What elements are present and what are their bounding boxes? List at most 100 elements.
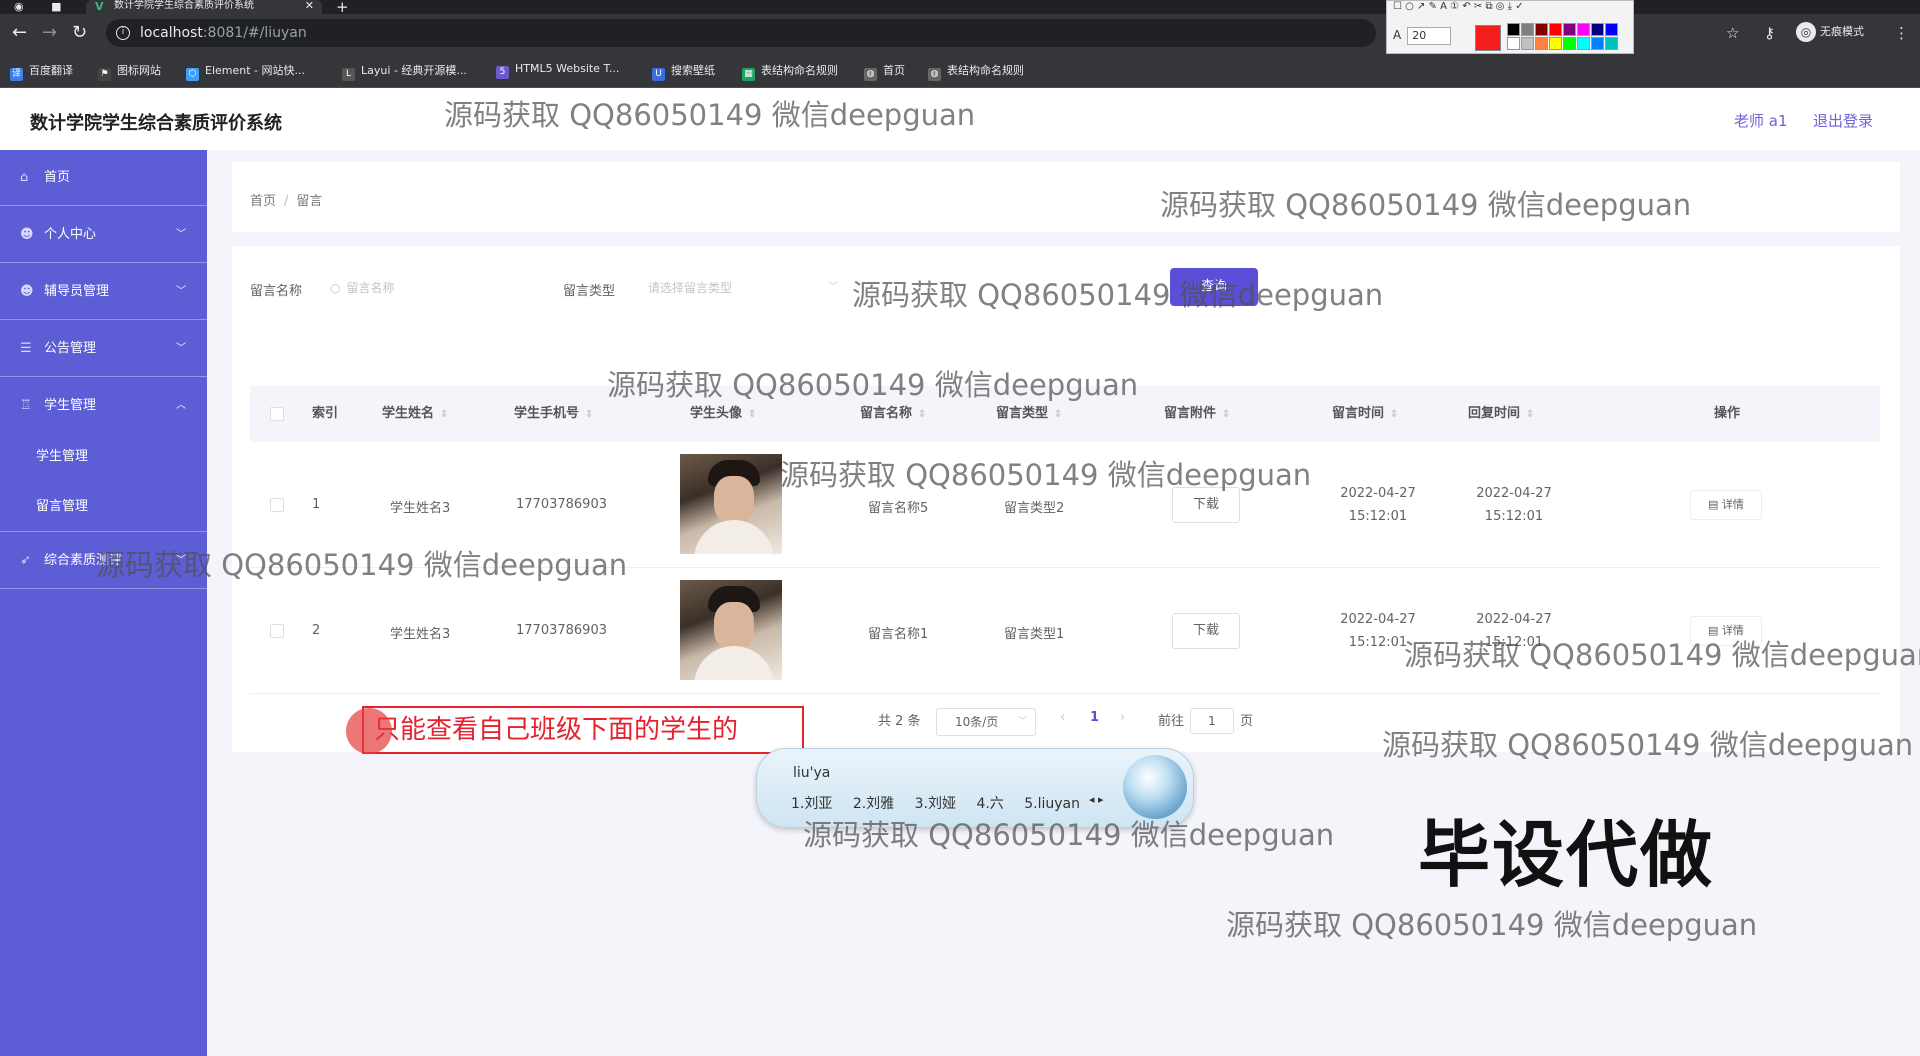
breadcrumb-home[interactable]: 首页 — [250, 194, 276, 209]
bookmarks-bar: 译百度翻译 ⚑ 图标网站 ⬡ Element - 网站快... L Layui - 经… — [0, 52, 1920, 88]
col-attachment[interactable]: 留言附件 ⇕ — [1164, 386, 1230, 442]
table-header: 索引 学生姓名 ⇕ 学生手机号 ⇕ 学生头像 ⇕ 留言名称 ⇕ 留言类型 ⇕ 留言附件 ⇕ … — [250, 386, 1880, 442]
sidebar-item-notices[interactable]: ☰ 公告管理 ﹀ — [0, 321, 207, 377]
bookmark-item[interactable]: 译百度翻译 — [10, 62, 73, 81]
col-student-phone[interactable]: 学生手机号 ⇕ — [514, 386, 593, 442]
row-checkbox[interactable] — [270, 624, 284, 638]
detail-button[interactable]: ▤ 详情 — [1690, 616, 1762, 646]
color-swatch[interactable] — [1605, 37, 1618, 50]
row-checkbox[interactable] — [270, 498, 284, 512]
sidebar-item-home[interactable]: ⌂ 首页 — [0, 150, 207, 206]
sort-icon[interactable]: ⇕ — [1526, 409, 1534, 420]
ime-candidate[interactable]: 1.刘亚 — [791, 796, 832, 812]
logout-link[interactable]: 退出登录 — [1813, 110, 1873, 131]
sort-icon[interactable]: ⇕ — [440, 409, 448, 420]
ime-logo-icon — [1123, 755, 1187, 819]
key-icon[interactable]: ⚷ — [1764, 24, 1775, 42]
download-button[interactable]: 下载 — [1172, 487, 1240, 523]
color-swatch[interactable] — [1521, 37, 1534, 50]
ime-candidate[interactable]: 4.六 — [976, 796, 1003, 812]
site-info-icon[interactable]: i — [116, 26, 130, 40]
sort-icon[interactable]: ⇕ — [585, 409, 593, 420]
sidebar-subitem-message-manage[interactable]: 留言管理 — [0, 482, 207, 532]
page-size-select[interactable]: 10条/页 ﹀ — [936, 708, 1036, 736]
color-swatch[interactable] — [1591, 23, 1604, 36]
color-swatch[interactable] — [1535, 23, 1548, 36]
ime-candidate[interactable]: 5.liuyan — [1024, 796, 1080, 812]
sidebar-item-counselors[interactable]: ☻ 辅导员管理 ﹀ — [0, 264, 207, 320]
col-message-title[interactable]: 留言名称 ⇕ — [860, 386, 926, 442]
app-title: 数计学院学生综合素质评价系统 — [30, 113, 282, 134]
student-avatar-image — [680, 580, 782, 680]
col-message-time[interactable]: 留言时间 ⇕ — [1332, 386, 1398, 442]
bookmark-item[interactable]: 5 HTML5 Website T... — [496, 62, 619, 79]
sort-icon[interactable]: ⇕ — [1054, 409, 1062, 420]
filter-type-select[interactable]: 请选择留言类型 ﹀ — [648, 272, 838, 304]
col-reply-time[interactable]: 回复时间 ⇕ — [1468, 386, 1534, 442]
browser-tab-active[interactable]: V 数计学院学生综合素质评价系统 ✕ — [86, 0, 322, 14]
col-student-avatar[interactable]: 学生头像 ⇕ — [690, 386, 756, 442]
bookmark-star-icon[interactable]: ☆ — [1726, 24, 1739, 42]
color-swatch[interactable] — [1507, 37, 1520, 50]
color-swatch[interactable] — [1521, 23, 1534, 36]
bookmark-item[interactable]: ◍ 首页 — [864, 62, 905, 81]
current-color-swatch[interactable] — [1475, 25, 1501, 51]
chevron-down-icon: ﹀ — [176, 343, 186, 354]
layui-icon: L — [342, 68, 355, 81]
ime-candidate[interactable]: 3.刘娅 — [915, 796, 956, 812]
color-swatch[interactable] — [1577, 23, 1590, 36]
goto-page-input[interactable]: 1 — [1190, 708, 1234, 734]
color-swatch[interactable] — [1507, 23, 1520, 36]
incognito-badge[interactable]: ◎ 无痕模式 — [1796, 22, 1864, 42]
sidebar-subitem-student-manage[interactable]: 学生管理 — [0, 432, 207, 482]
color-swatch[interactable] — [1563, 37, 1576, 50]
ime-candidate[interactable]: 2.刘雅 — [853, 796, 894, 812]
bookmark-item[interactable]: ⚑ 图标网站 — [98, 62, 161, 81]
sort-icon[interactable]: ⇕ — [1390, 409, 1398, 420]
sidebar-item-students[interactable]: ♖ 学生管理 ︿ — [0, 378, 207, 434]
forward-arrow-icon[interactable]: → — [42, 22, 57, 43]
color-swatch[interactable] — [1605, 23, 1618, 36]
col-student-name[interactable]: 学生姓名 ⇕ — [382, 386, 448, 442]
color-swatches — [1507, 23, 1627, 51]
select-all-checkbox[interactable] — [270, 407, 284, 421]
next-page-button[interactable]: › — [1120, 710, 1125, 725]
color-swatch[interactable] — [1577, 37, 1590, 50]
sidebar-item-evaluation[interactable]: ➶ 综合素质测评 ﹀ — [0, 533, 207, 589]
sort-icon[interactable]: ⇕ — [1222, 409, 1230, 420]
cell-message-time: 2022-04-27 15:12:01 — [1340, 486, 1416, 524]
color-swatch[interactable] — [1549, 23, 1562, 36]
tab-close-icon[interactable]: ✕ — [305, 0, 314, 12]
sort-icon[interactable]: ⇕ — [748, 409, 756, 420]
filter-name-input[interactable]: ○ 留言名称 — [330, 272, 510, 304]
ime-page-arrows-icon[interactable]: ◂ ▸ — [1089, 793, 1104, 806]
query-button[interactable]: 查询 — [1170, 268, 1258, 306]
bookmark-item[interactable]: ⬡ Element - 网站快... — [186, 62, 305, 81]
back-arrow-icon[interactable]: ← — [12, 22, 27, 43]
page-number-current[interactable]: 1 — [1090, 710, 1099, 725]
window-icon[interactable]: ■ — [51, 0, 61, 13]
bookmark-item[interactable]: L Layui - 经典开源模... — [342, 62, 467, 81]
color-swatch[interactable] — [1591, 37, 1604, 50]
sort-icon[interactable]: ⇕ — [918, 409, 926, 420]
prev-page-button[interactable]: ‹ — [1060, 710, 1065, 725]
bookmark-item[interactable]: ▦ 表结构命名规则 — [742, 62, 838, 81]
current-user: 老师 a1 — [1734, 112, 1788, 130]
bookmark-item[interactable]: U 搜索壁纸 — [652, 62, 715, 81]
color-swatch[interactable] — [1549, 37, 1562, 50]
download-button[interactable]: 下载 — [1172, 613, 1240, 649]
address-bar[interactable]: i localhost:8081/#/liuyan — [106, 19, 1376, 47]
document-icon: ▤ — [1708, 498, 1722, 511]
col-message-type[interactable]: 留言类型 ⇕ — [996, 386, 1062, 442]
color-swatch[interactable] — [1563, 23, 1576, 36]
wallpaper-icon: U — [652, 68, 665, 81]
reload-icon[interactable]: ↻ — [72, 22, 87, 43]
color-swatch[interactable] — [1535, 37, 1548, 50]
browser-menu-icon[interactable]: ◉ — [14, 0, 24, 13]
bookmark-item[interactable]: ◍ 表结构命名规则 — [928, 62, 1024, 81]
col-actions: 操作 — [1714, 406, 1741, 421]
browser-menu-dots-icon[interactable]: ⋮ — [1894, 24, 1909, 42]
font-size-select[interactable]: 20 — [1407, 27, 1452, 45]
detail-button[interactable]: ▤ 详情 — [1690, 490, 1762, 520]
sidebar-item-profile[interactable]: ☻ 个人中心 ﹀ — [0, 207, 207, 263]
